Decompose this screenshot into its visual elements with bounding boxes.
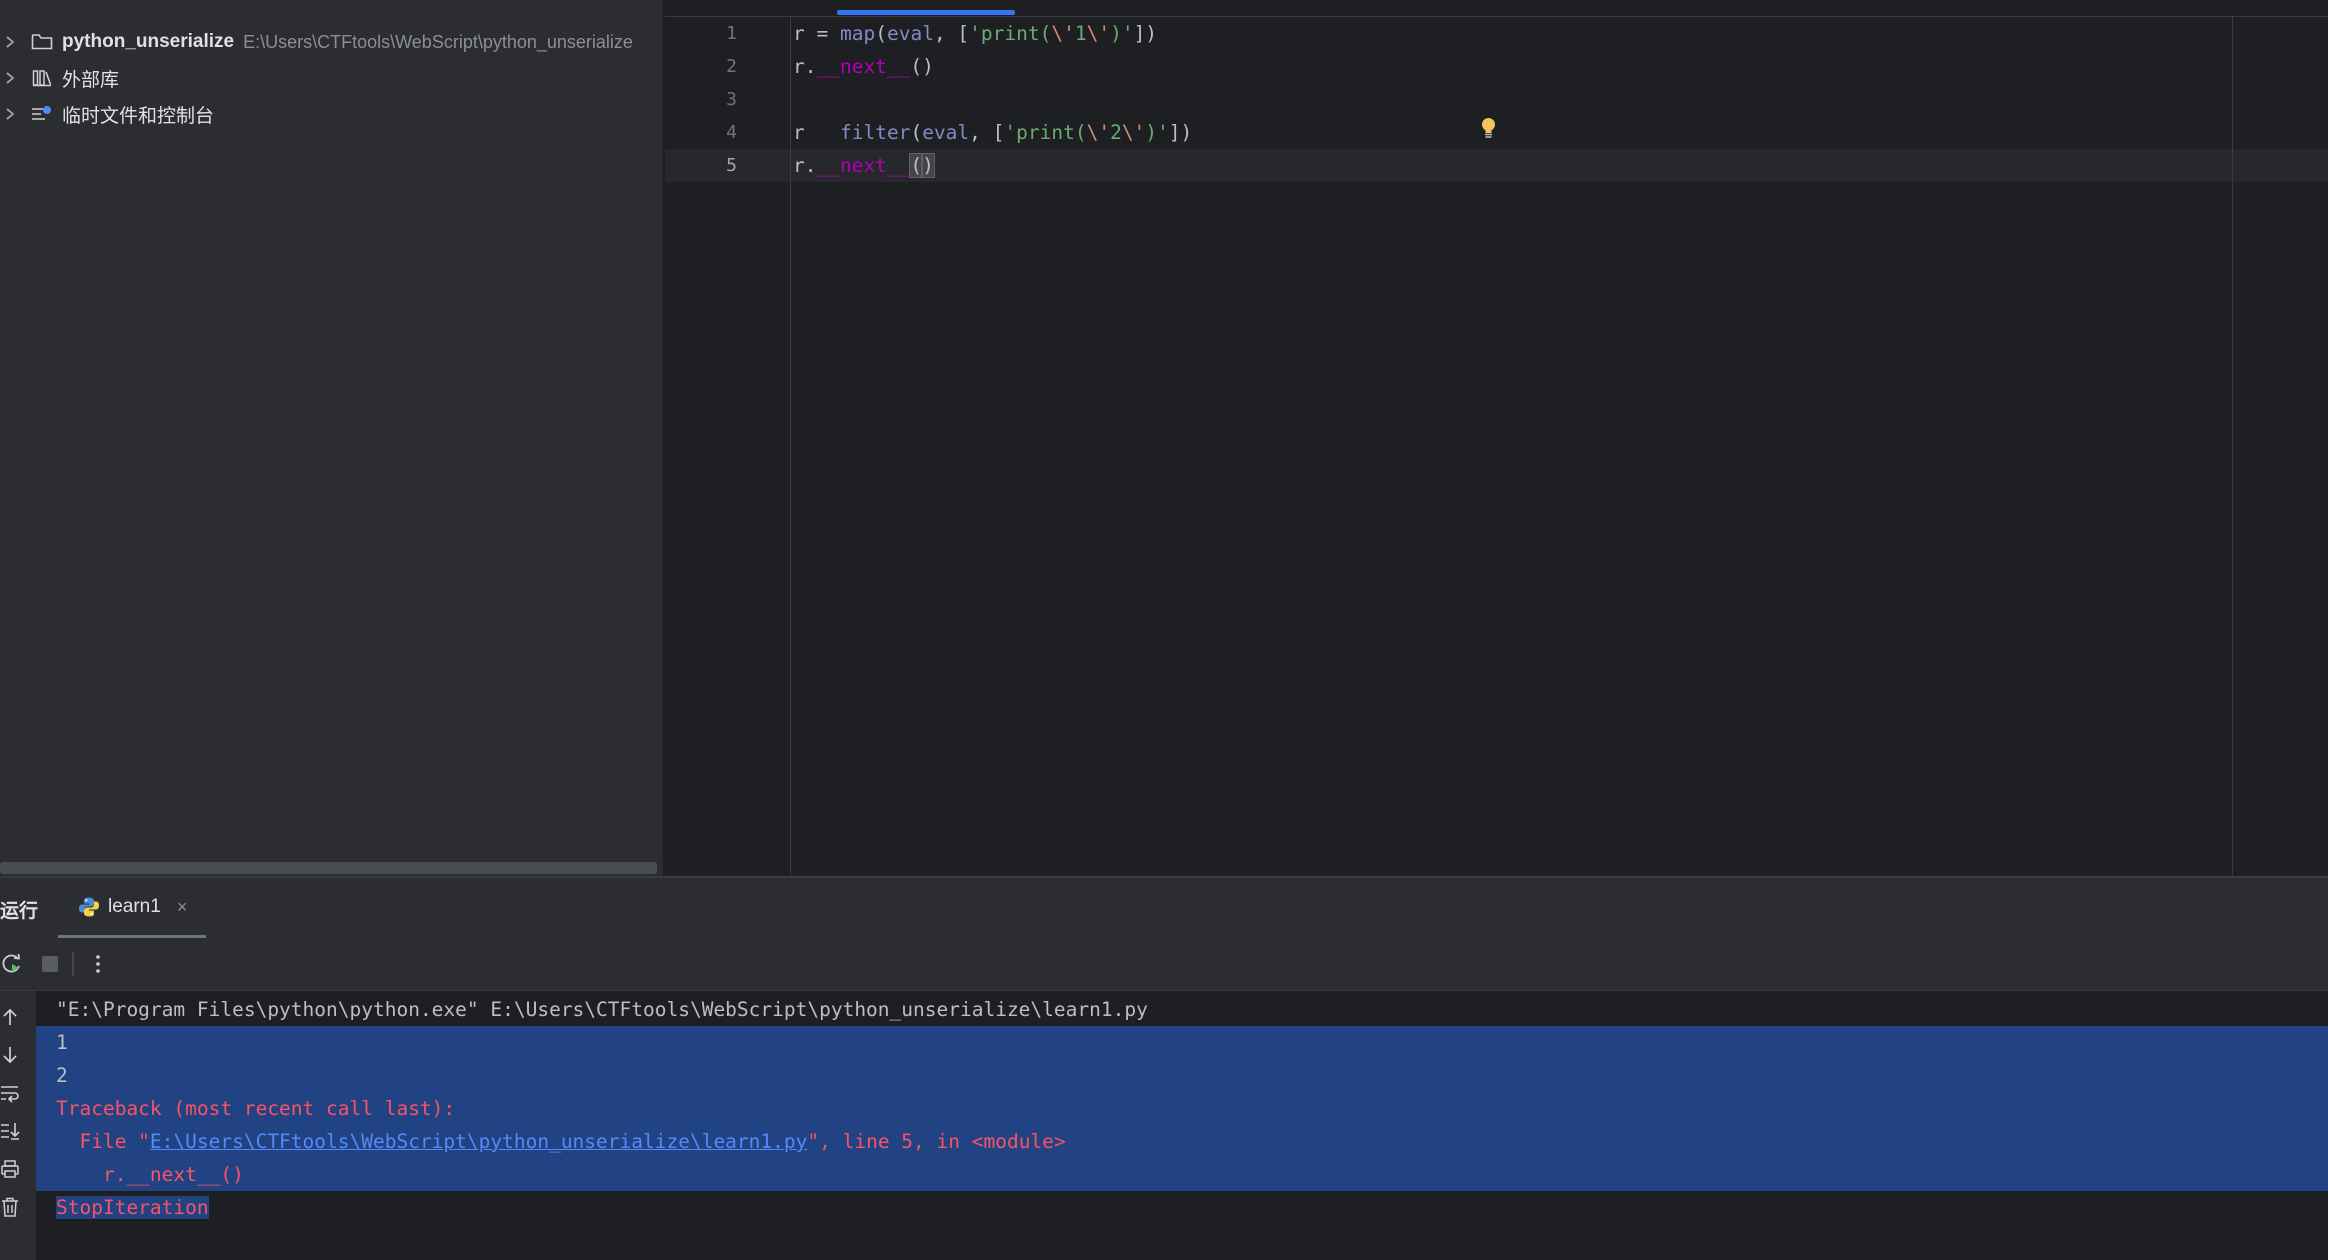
- code-token: (: [910, 121, 923, 144]
- close-icon[interactable]: ×: [177, 897, 188, 918]
- intention-bulb-icon[interactable]: [1480, 117, 1497, 139]
- traceback-file-link[interactable]: E:\Users\CTFtools\WebScript\python_unser…: [150, 1130, 807, 1153]
- run-panel-title: 运行: [0, 901, 39, 922]
- code-token: ]): [1168, 121, 1193, 144]
- code-token: filter: [839, 121, 911, 144]
- code-token: (: [909, 153, 924, 178]
- traceback-code-line: r.__next__(): [56, 1163, 244, 1186]
- code-token: \': [1051, 22, 1075, 45]
- traceback-exception: StopIteration: [56, 1196, 209, 1219]
- code-token: 'print(: [969, 22, 1052, 45]
- code-token: \': [1086, 22, 1111, 45]
- console-output[interactable]: "E:\Program Files\python\python.exe" E:\…: [36, 991, 2328, 1260]
- code-text: r filter(eval, ['print(\'2\')']): [793, 121, 1192, 144]
- code-token: )': [1145, 121, 1169, 144]
- library-icon: [30, 67, 54, 89]
- scroll-down-icon[interactable]: [0, 1044, 20, 1066]
- code-text: r.__next__(): [793, 55, 934, 78]
- project-root-name: python_unserialize: [62, 31, 235, 52]
- code-line[interactable]: 1 r = map(eval, ['print(\'1\')']): [665, 17, 2328, 50]
- run-panel-header: 运行 learn1 ×: [0, 878, 2328, 938]
- trash-icon[interactable]: [0, 1196, 20, 1218]
- code-token: (): [910, 55, 934, 78]
- code-token: __next__: [816, 154, 911, 177]
- code-token: r.: [793, 55, 817, 78]
- code-token: (: [875, 22, 887, 45]
- console-command-line: "E:\Program Files\python\python.exe" E:\…: [36, 993, 2328, 1026]
- code-token: \': [1121, 121, 1146, 144]
- console-output-2: 2: [56, 1064, 68, 1087]
- code-token: r: [793, 121, 805, 144]
- line-number: 3: [726, 89, 737, 110]
- editor-tab-indicator: [837, 10, 1015, 15]
- code-token: map: [839, 22, 876, 45]
- python-icon: [79, 897, 99, 917]
- scroll-to-end-icon[interactable]: [0, 1120, 20, 1142]
- code-token: , [: [969, 121, 1005, 144]
- tree-item-project-root[interactable]: python_unserialize E:\Users\CTFtools\Web…: [0, 24, 633, 60]
- project-panel: python_unserialize E:\Users\CTFtools\Web…: [0, 0, 663, 876]
- console-error-line: r.__next__(): [36, 1158, 2328, 1191]
- code-token: eval: [922, 121, 970, 144]
- console-error-line: StopIteration: [36, 1191, 2328, 1224]
- code-line[interactable]: 3: [665, 83, 2328, 116]
- scroll-up-icon[interactable]: [0, 1006, 20, 1028]
- code-token: 1: [1074, 22, 1087, 45]
- run-toolbar: [0, 938, 2328, 991]
- folder-icon: [30, 31, 54, 53]
- traceback-header: Traceback (most recent call last):: [56, 1097, 456, 1120]
- line-number: 1: [726, 23, 737, 44]
- code-token: __next__: [816, 55, 911, 78]
- run-tab-learn1[interactable]: learn1 ×: [58, 878, 206, 936]
- code-text: r.__next__(): [793, 153, 935, 178]
- project-root-path: E:\Users\CTFtools\WebScript\python_unser…: [243, 31, 633, 52]
- line-number: 4: [726, 122, 737, 143]
- code-editor[interactable]: 1 r = map(eval, ['print(\'1\')']) 2 r.__…: [665, 0, 2328, 876]
- code-token: ): [921, 153, 935, 178]
- code-token: 2: [1110, 121, 1122, 144]
- code-line[interactable]: 2 r.__next__(): [665, 50, 2328, 83]
- code-token: r.: [793, 154, 817, 177]
- console-side-toolbar: [0, 991, 36, 1260]
- chevron-right-icon[interactable]: [0, 35, 20, 49]
- console-error-line: File " E:\Users\CTFtools\WebScript\python…: [36, 1125, 2328, 1158]
- line-number: 5: [726, 155, 737, 176]
- code-token: 'print(: [1004, 121, 1087, 144]
- code-token: eval: [886, 22, 934, 45]
- chevron-right-icon[interactable]: [0, 107, 20, 121]
- code-token: \': [1086, 121, 1111, 144]
- code-text: r = map(eval, ['print(\'1\')']): [793, 22, 1157, 45]
- console-output-line: 2: [36, 1059, 2328, 1092]
- toolbar-separator: [72, 952, 74, 976]
- traceback-file-suffix: ", line 5, in <module>: [807, 1130, 1066, 1153]
- code-token: r: [793, 22, 817, 45]
- stop-icon[interactable]: [38, 952, 62, 976]
- chevron-right-icon[interactable]: [0, 71, 20, 85]
- run-tab-label: learn1: [108, 896, 161, 917]
- console-command: "E:\Program Files\python\python.exe" E:\…: [56, 998, 1148, 1021]
- code-token: , [: [933, 22, 970, 45]
- tree-item-scratches[interactable]: 临时文件和控制台: [0, 96, 214, 132]
- external-libraries-label: 外部库: [62, 69, 120, 91]
- console-output-1: 1: [56, 1031, 68, 1054]
- console-error-line: Traceback (most recent call last):: [36, 1092, 2328, 1125]
- rerun-icon[interactable]: [0, 952, 24, 976]
- line-number: 2: [726, 56, 737, 77]
- print-icon[interactable]: [0, 1158, 20, 1180]
- code-token: )': [1110, 22, 1134, 45]
- horizontal-scrollbar[interactable]: [0, 862, 657, 874]
- code-line[interactable]: 5 r.__next__(): [665, 149, 2328, 182]
- console-output-line: 1: [36, 1026, 2328, 1059]
- tree-item-external-libraries[interactable]: 外部库: [0, 60, 119, 96]
- scratches-icon: [30, 103, 54, 125]
- code-token: ]): [1133, 22, 1158, 45]
- traceback-file-prefix: File ": [56, 1130, 150, 1153]
- more-options-icon[interactable]: [86, 952, 110, 976]
- soft-wrap-icon[interactable]: [0, 1082, 20, 1104]
- code-token: =: [816, 22, 829, 45]
- scratches-label: 临时文件和控制台: [62, 105, 215, 127]
